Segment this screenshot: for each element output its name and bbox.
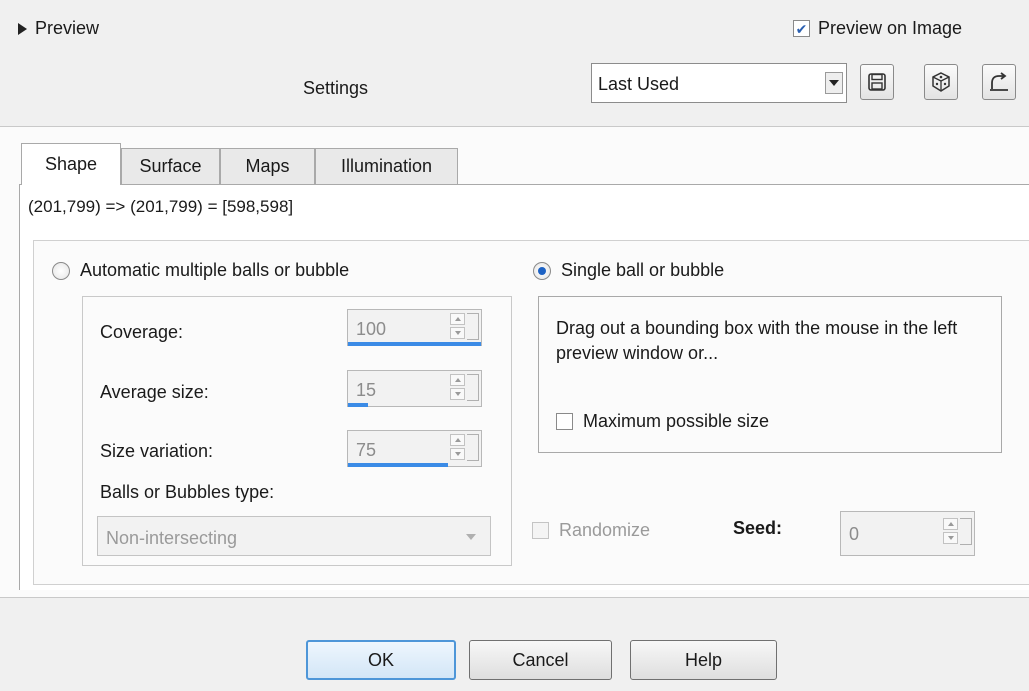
save-icon bbox=[868, 73, 886, 91]
preview-label: Preview bbox=[35, 18, 100, 38]
max-size-label: Maximum possible size bbox=[583, 411, 770, 431]
checkmark-icon: ✔ bbox=[795, 20, 808, 37]
save-preset-button[interactable] bbox=[860, 64, 894, 100]
size-variation-level-bar bbox=[348, 463, 448, 467]
single-ball-radio[interactable] bbox=[533, 261, 551, 280]
chevron-down-icon bbox=[466, 534, 476, 540]
size-variation-stepper[interactable] bbox=[450, 434, 465, 461]
seed-label: Seed: bbox=[733, 518, 783, 538]
average-size-level-bar bbox=[348, 403, 368, 407]
size-variation-label: Size variation: bbox=[100, 441, 214, 461]
coverage-label: Coverage: bbox=[100, 322, 184, 342]
dice-icon bbox=[932, 72, 950, 92]
ok-button[interactable]: OK bbox=[306, 640, 456, 680]
average-size-slider-drop[interactable] bbox=[467, 374, 479, 401]
coverage-spinbox[interactable]: 100 bbox=[347, 309, 482, 346]
coverage-stepper[interactable] bbox=[450, 313, 465, 340]
coverage-slider-drop[interactable] bbox=[467, 313, 479, 340]
preset-select-value: Last Used bbox=[598, 74, 680, 94]
average-size-spinbox[interactable]: 15 bbox=[347, 370, 482, 407]
seed-drop[interactable] bbox=[960, 518, 972, 545]
balls-type-select[interactable]: Non-intersecting bbox=[97, 516, 491, 556]
tab-illumination[interactable]: Illumination bbox=[315, 148, 458, 184]
seed-value: 0 bbox=[849, 524, 860, 544]
tab-maps-label: Maps bbox=[245, 156, 290, 176]
single-ball-label: Single ball or bubble bbox=[561, 260, 725, 280]
preview-toggle[interactable]: Preview bbox=[18, 18, 99, 39]
max-size-option[interactable]: Maximum possible size bbox=[556, 411, 769, 432]
preview-on-image-checkbox[interactable]: ✔ bbox=[793, 20, 810, 37]
size-variation-value: 75 bbox=[356, 440, 377, 460]
coordinates-readout: (201,799) => (201,799) = [598,598] bbox=[28, 197, 294, 216]
coverage-value: 100 bbox=[356, 319, 387, 339]
help-button[interactable]: Help bbox=[630, 640, 777, 680]
randomize-checkbox[interactable] bbox=[532, 522, 549, 539]
preview-on-image-label: Preview on Image bbox=[818, 18, 963, 38]
tab-shape-label: Shape bbox=[44, 154, 98, 174]
tab-maps[interactable]: Maps bbox=[220, 148, 315, 184]
expand-arrow-icon bbox=[18, 22, 27, 35]
auto-multiple-option[interactable]: Automatic multiple balls or bubble bbox=[52, 260, 349, 281]
single-ball-instructions: Drag out a bounding box with the mouse i… bbox=[556, 318, 958, 363]
size-variation-spinbox[interactable]: 75 bbox=[347, 430, 482, 467]
tab-surface[interactable]: Surface bbox=[121, 148, 220, 184]
dropdown-arrow-icon[interactable] bbox=[825, 72, 843, 94]
preset-select[interactable]: Last Used bbox=[591, 63, 847, 103]
average-size-stepper[interactable] bbox=[450, 374, 465, 401]
auto-multiple-label: Automatic multiple balls or bubble bbox=[80, 260, 350, 280]
randomize-label: Randomize bbox=[559, 520, 651, 540]
balls-type-value: Non-intersecting bbox=[106, 528, 238, 548]
tab-surface-label: Surface bbox=[139, 156, 202, 176]
reset-icon bbox=[990, 72, 1008, 91]
coverage-level-bar bbox=[348, 342, 481, 346]
seed-spinbox[interactable]: 0 bbox=[840, 511, 975, 556]
randomize-option[interactable]: Randomize bbox=[532, 520, 650, 541]
tab-illumination-label: Illumination bbox=[340, 156, 433, 176]
max-size-checkbox[interactable] bbox=[556, 413, 573, 430]
tab-shape[interactable]: Shape bbox=[21, 143, 121, 185]
seed-stepper[interactable] bbox=[943, 518, 958, 545]
average-size-value: 15 bbox=[356, 380, 377, 400]
auto-multiple-radio[interactable] bbox=[52, 261, 70, 280]
single-ball-option[interactable]: Single ball or bubble bbox=[533, 260, 724, 281]
preview-on-image-option[interactable]: ✔ Preview on Image bbox=[793, 18, 962, 39]
cancel-button[interactable]: Cancel bbox=[469, 640, 612, 680]
settings-label: Settings bbox=[303, 78, 369, 98]
average-size-label: Average size: bbox=[100, 382, 209, 402]
size-variation-slider-drop[interactable] bbox=[467, 434, 479, 461]
reset-to-default-button[interactable] bbox=[982, 64, 1016, 100]
randomize-parameters-button[interactable] bbox=[924, 64, 958, 100]
balls-type-label: Balls or Bubbles type: bbox=[100, 482, 275, 502]
